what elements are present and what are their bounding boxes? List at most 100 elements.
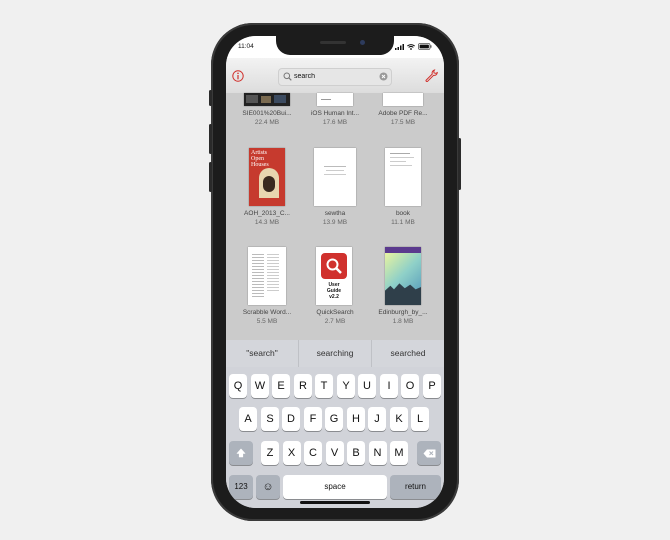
- key-t[interactable]: T: [315, 374, 333, 398]
- file-item[interactable]: Artists Open Houses AOH_2013_C... 14.3 M…: [232, 148, 302, 228]
- key-b[interactable]: B: [347, 441, 365, 465]
- front-camera: [360, 40, 365, 45]
- key-x[interactable]: X: [282, 441, 301, 465]
- return-key[interactable]: return: [390, 475, 441, 499]
- key-g[interactable]: G: [325, 407, 343, 431]
- file-name: sewtha: [324, 210, 346, 217]
- file-grid: SIE001%20Bui... 22.4 MB iOS Human Int...…: [226, 93, 444, 340]
- key-c[interactable]: C: [304, 441, 322, 465]
- key-z[interactable]: Z: [261, 441, 279, 465]
- file-item[interactable]: Edinburgh_by_... 1.8 MB: [368, 247, 438, 327]
- key-u[interactable]: U: [358, 374, 376, 398]
- file-size: 1.8 MB: [392, 318, 414, 325]
- numbers-key[interactable]: 123: [229, 475, 253, 499]
- file-item[interactable]: iOS Human Int... 17.6 MB: [300, 93, 370, 143]
- shift-icon: [236, 448, 246, 458]
- clear-search-icon[interactable]: [379, 72, 388, 81]
- key-e[interactable]: E: [272, 374, 290, 398]
- key-i[interactable]: I: [380, 374, 398, 398]
- status-time: 11:04: [238, 43, 254, 50]
- file-size: 17.6 MB: [322, 119, 348, 126]
- file-size: 11.1 MB: [391, 219, 415, 226]
- file-size: 13.9 MB: [322, 219, 348, 226]
- volume-up-button: [209, 124, 212, 154]
- file-thumbnail: [244, 93, 290, 106]
- key-s[interactable]: S: [261, 407, 279, 431]
- mute-switch: [209, 90, 212, 106]
- file-item[interactable]: book 11.1 MB: [368, 148, 438, 228]
- space-key[interactable]: space: [283, 475, 387, 499]
- search-icon: [283, 72, 292, 81]
- key-j[interactable]: J: [368, 407, 386, 431]
- file-item[interactable]: sewtha 13.9 MB: [300, 148, 370, 228]
- keyboard: Q W E R T Y U I O P A S D F G H J K L Z …: [226, 367, 444, 508]
- key-d[interactable]: D: [282, 407, 300, 431]
- app-screen: 11:04 search SIE001%20Bui... 22.4 MB iOS…: [226, 36, 444, 508]
- file-name: book: [395, 210, 411, 217]
- file-name: AOH_2013_C...: [244, 210, 290, 217]
- key-n[interactable]: N: [368, 441, 387, 465]
- file-thumbnail: [248, 247, 286, 305]
- file-thumbnail: [314, 148, 356, 206]
- notch: [276, 36, 394, 55]
- battery-icon: [418, 43, 432, 50]
- file-size: 14.3 MB: [254, 219, 280, 226]
- power-button: [458, 138, 461, 190]
- file-size: 2.7 MB: [324, 318, 346, 325]
- file-thumbnail: [317, 93, 353, 106]
- file-item[interactable]: User Guide v2.2 QuickSearch 2.7 MB: [300, 247, 370, 327]
- key-l[interactable]: L: [411, 407, 429, 431]
- search-field[interactable]: [278, 68, 392, 86]
- file-item[interactable]: Adobe PDF Re... 17.5 MB: [368, 93, 438, 143]
- file-name: Scrabble Word...: [242, 309, 292, 316]
- file-size: 22.4 MB: [254, 119, 280, 126]
- key-p[interactable]: P: [423, 374, 441, 398]
- key-k[interactable]: K: [390, 407, 408, 431]
- file-size: 17.5 MB: [390, 119, 416, 126]
- file-item[interactable]: Scrabble Word... 5.5 MB: [232, 247, 302, 327]
- file-thumbnail: [385, 148, 421, 206]
- home-indicator: [300, 501, 370, 504]
- key-a[interactable]: A: [239, 407, 257, 431]
- cover-title: Artists Open Houses: [251, 150, 269, 168]
- quicksearch-guide-label: User Guide v2.2: [326, 282, 342, 300]
- file-name: iOS Human Int...: [310, 110, 360, 117]
- key-y[interactable]: Y: [337, 374, 355, 398]
- toolbar: [226, 58, 444, 94]
- file-thumbnail: [385, 247, 421, 305]
- suggestion-item[interactable]: searching: [299, 340, 372, 367]
- search-input[interactable]: [294, 70, 374, 83]
- file-name: Adobe PDF Re...: [378, 110, 428, 117]
- volume-down-button: [209, 162, 212, 192]
- file-name: Edinburgh_by_...: [378, 309, 428, 316]
- file-item[interactable]: SIE001%20Bui... 22.4 MB: [232, 93, 302, 143]
- wrench-icon[interactable]: [425, 69, 438, 82]
- cellular-signal-icon: [395, 43, 404, 50]
- file-name: SIE001%20Bui...: [242, 110, 292, 117]
- status-icons: [395, 43, 432, 50]
- backspace-icon: [423, 449, 435, 458]
- file-thumbnail: [383, 93, 423, 106]
- key-q[interactable]: Q: [229, 374, 247, 398]
- info-icon[interactable]: [232, 70, 244, 82]
- keyboard-suggestions: "search" searching searched: [226, 340, 444, 368]
- key-h[interactable]: H: [347, 407, 365, 431]
- key-v[interactable]: V: [325, 441, 344, 465]
- key-w[interactable]: W: [251, 374, 269, 398]
- wifi-icon: [407, 43, 415, 50]
- key-r[interactable]: R: [294, 374, 312, 398]
- file-thumbnail: Artists Open Houses: [249, 148, 285, 206]
- quicksearch-logo-icon: [326, 258, 342, 274]
- file-size: 5.5 MB: [256, 318, 278, 325]
- suggestion-item[interactable]: "search": [226, 340, 299, 367]
- speaker: [320, 41, 346, 44]
- suggestion-item[interactable]: searched: [372, 340, 444, 367]
- shift-key[interactable]: [229, 441, 253, 465]
- key-o[interactable]: O: [401, 374, 419, 398]
- key-f[interactable]: F: [304, 407, 322, 431]
- key-m[interactable]: M: [390, 441, 408, 465]
- file-thumbnail: User Guide v2.2: [316, 247, 352, 305]
- delete-key[interactable]: [417, 441, 441, 465]
- file-name: QuickSearch: [316, 309, 354, 316]
- emoji-key[interactable]: ☺: [256, 475, 280, 499]
